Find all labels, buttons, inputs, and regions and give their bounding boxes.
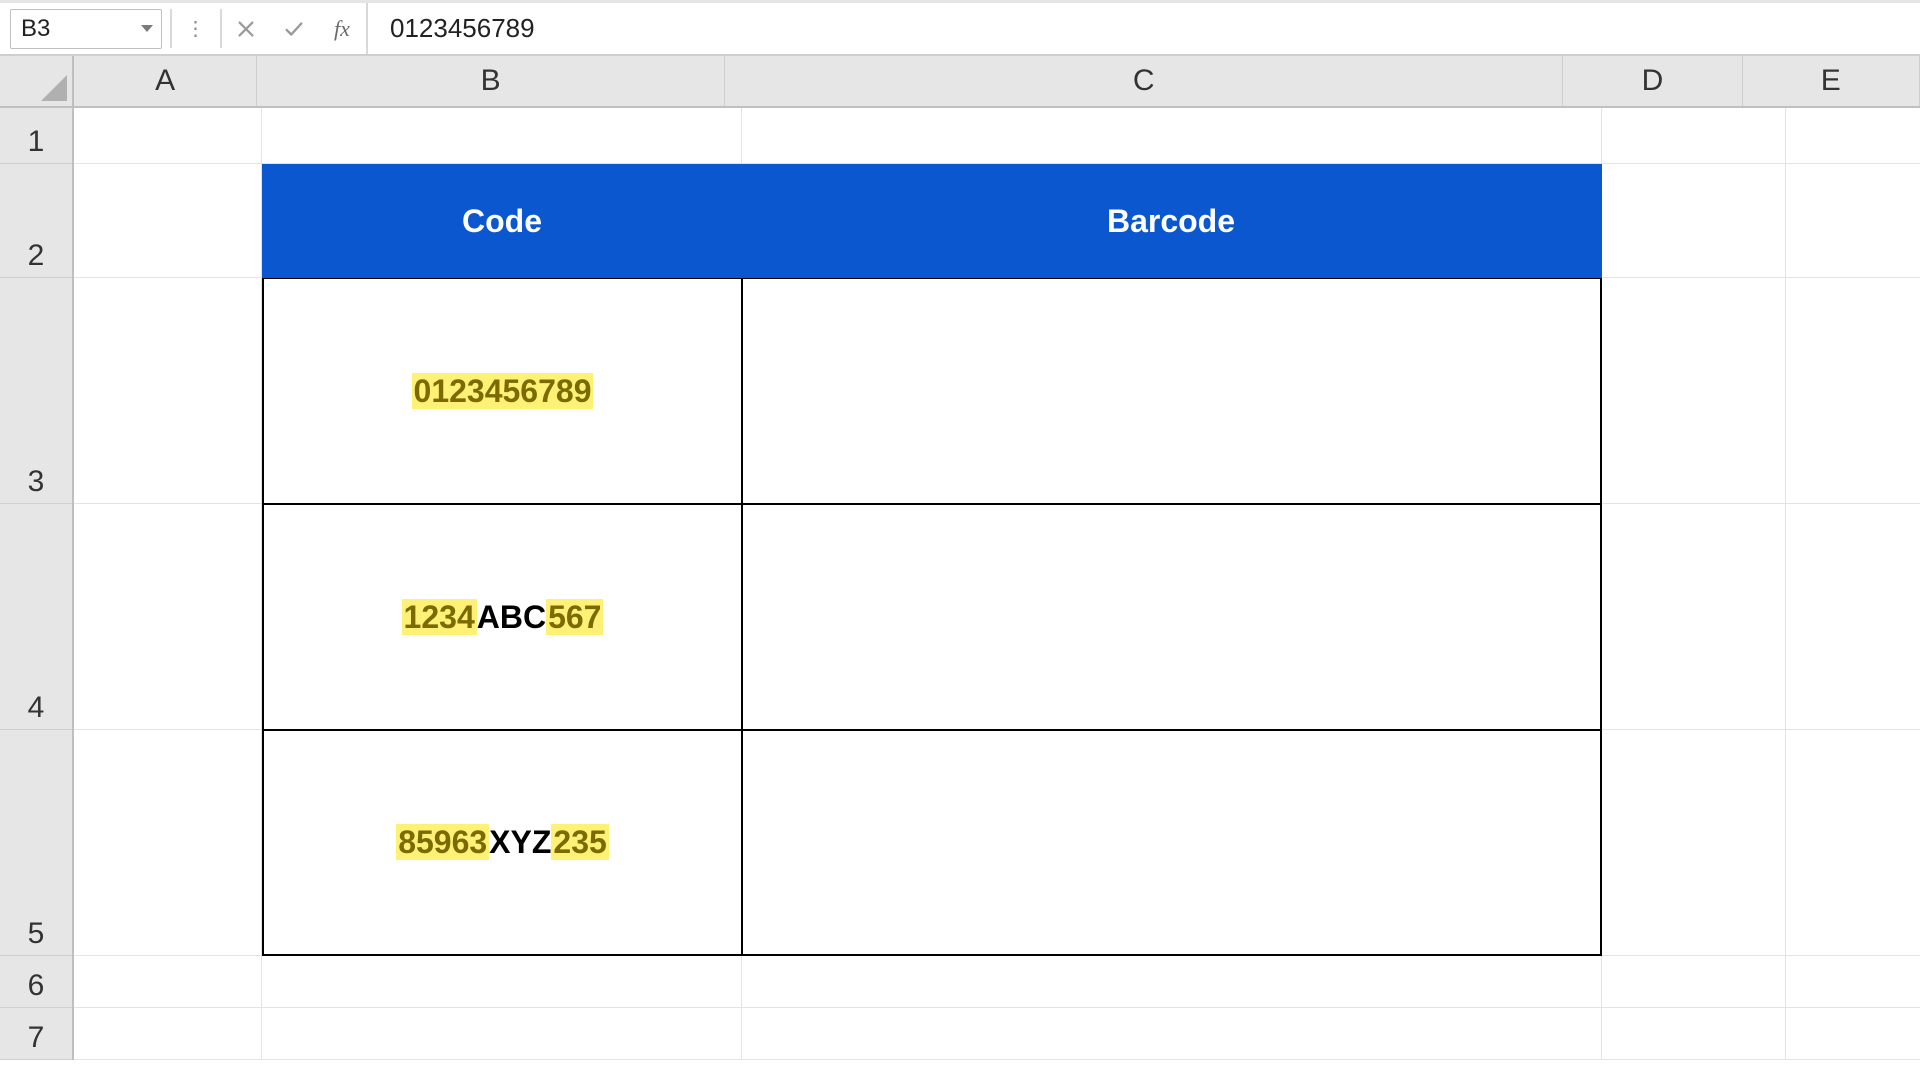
cell-B5[interactable]: 85963XYZ235 [262, 730, 742, 956]
cell-C5[interactable] [742, 730, 1602, 956]
row-label: 7 [28, 1021, 45, 1055]
cell-E1[interactable] [1786, 108, 1920, 164]
row-headers: 1 2 3 4 5 6 7 [0, 108, 74, 1060]
cell-E3[interactable] [1786, 278, 1920, 504]
formula-value: 0123456789 [390, 13, 535, 44]
highlighted-digits: 1234 [402, 599, 477, 635]
cell-C4[interactable] [742, 504, 1602, 730]
grid: Code Barcode 0123456789 1234ABC567 [74, 108, 1920, 1060]
row-label: 6 [28, 969, 45, 1003]
name-box-wrap: B3 [0, 3, 170, 54]
cell-B1[interactable] [262, 108, 742, 164]
plain-text: XYZ [489, 824, 551, 860]
cell-A6[interactable] [74, 956, 262, 1008]
col-header-A[interactable]: A [74, 56, 257, 106]
cell-value: 1234ABC567 [402, 599, 604, 636]
cell-E2[interactable] [1786, 164, 1920, 278]
formula-input[interactable]: 0123456789 [366, 3, 1920, 54]
name-box-value: B3 [21, 15, 50, 43]
cell-C6[interactable] [742, 956, 1602, 1008]
formula-bar: B3 ⋮ fx 0123456789 [0, 0, 1920, 56]
cell-C3[interactable] [742, 278, 1602, 504]
row-label: 3 [28, 465, 45, 499]
table-header-barcode[interactable]: Barcode [742, 164, 1602, 278]
cell-value: 85963XYZ235 [396, 824, 609, 861]
cell-E6[interactable] [1786, 956, 1920, 1008]
highlighted-digits: 567 [546, 599, 603, 635]
cell-D3[interactable] [1602, 278, 1786, 504]
cell-E5[interactable] [1786, 730, 1920, 956]
col-label: B [481, 64, 501, 98]
row-header-6[interactable]: 6 [0, 956, 72, 1008]
row-label: 2 [28, 239, 45, 273]
cell-A1[interactable] [74, 108, 262, 164]
cell-D7[interactable] [1602, 1008, 1786, 1060]
column-headers: A B C D E [74, 56, 1920, 108]
more-icon[interactable]: ⋮ [172, 3, 220, 54]
row-header-1[interactable]: 1 [0, 108, 72, 164]
cell-E4[interactable] [1786, 504, 1920, 730]
col-header-B[interactable]: B [257, 56, 725, 106]
highlighted-digits: 235 [551, 824, 608, 860]
cell-B7[interactable] [262, 1008, 742, 1060]
chevron-down-icon[interactable] [141, 25, 153, 32]
row-header-4[interactable]: 4 [0, 504, 72, 730]
row-header-3[interactable]: 3 [0, 278, 72, 504]
cell-A5[interactable] [74, 730, 262, 956]
cell-value: 0123456789 [412, 373, 594, 410]
row-label: 1 [28, 125, 45, 159]
select-all-corner[interactable] [0, 56, 74, 108]
col-header-C[interactable]: C [725, 56, 1563, 106]
cell-C1[interactable] [742, 108, 1602, 164]
col-header-E[interactable]: E [1743, 56, 1920, 106]
highlighted-digits: 85963 [396, 824, 489, 860]
cell-D6[interactable] [1602, 956, 1786, 1008]
table-header-code[interactable]: Code [262, 164, 742, 278]
highlighted-digits: 0123456789 [412, 373, 594, 409]
col-header-D[interactable]: D [1563, 56, 1742, 106]
col-label: E [1821, 64, 1841, 98]
col-label: D [1642, 64, 1664, 98]
cell-B4[interactable]: 1234ABC567 [262, 504, 742, 730]
cell-A7[interactable] [74, 1008, 262, 1060]
cell-A2[interactable] [74, 164, 262, 278]
row-label: 4 [28, 691, 45, 725]
cell-D1[interactable] [1602, 108, 1786, 164]
cell-B3[interactable]: 0123456789 [262, 278, 742, 504]
cell-B6[interactable] [262, 956, 742, 1008]
row-header-5[interactable]: 5 [0, 730, 72, 956]
cell-D4[interactable] [1602, 504, 1786, 730]
cell-A3[interactable] [74, 278, 262, 504]
col-label: C [1133, 64, 1155, 98]
row-label: 5 [28, 917, 45, 951]
enter-icon[interactable] [270, 3, 318, 54]
cell-E7[interactable] [1786, 1008, 1920, 1060]
col-label: A [155, 64, 175, 98]
fx-label: fx [334, 16, 350, 42]
cell-D2[interactable] [1602, 164, 1786, 278]
plain-text: ABC [477, 599, 546, 635]
table-header-label: Barcode [1107, 203, 1235, 240]
row-header-2[interactable]: 2 [0, 164, 72, 278]
cell-A4[interactable] [74, 504, 262, 730]
cell-D5[interactable] [1602, 730, 1786, 956]
cell-C7[interactable] [742, 1008, 1602, 1060]
cancel-icon[interactable] [222, 3, 270, 54]
row-header-7[interactable]: 7 [0, 1008, 72, 1060]
fx-icon[interactable]: fx [318, 3, 366, 54]
name-box[interactable]: B3 [10, 9, 162, 49]
table-header-label: Code [462, 203, 542, 240]
